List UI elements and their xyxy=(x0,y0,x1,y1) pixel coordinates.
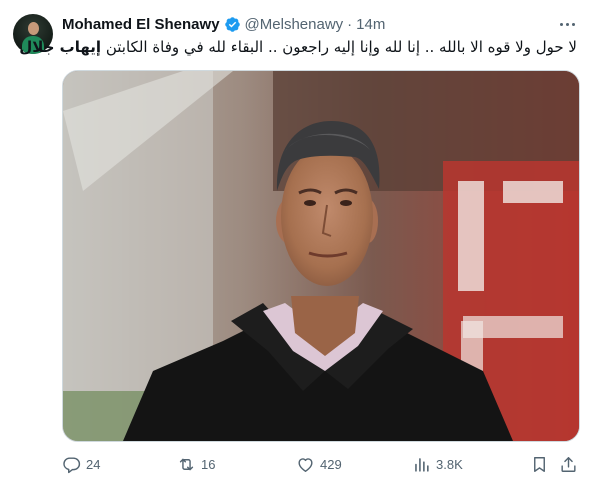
share-button[interactable] xyxy=(559,452,583,476)
timestamp[interactable]: 14m xyxy=(356,16,385,33)
portrait-photo xyxy=(63,71,579,441)
repost-count: 16 xyxy=(201,456,216,472)
views-icon xyxy=(415,457,429,472)
tweet-text: لا حول ولا قوه الا بالله .. إنا لله وإنا… xyxy=(19,37,577,59)
reply-button[interactable]: 24 xyxy=(62,452,100,476)
reply-icon xyxy=(63,456,81,473)
more-icon xyxy=(559,22,563,26)
like-count: 429 xyxy=(320,456,342,472)
more-button[interactable] xyxy=(557,14,577,34)
tweet-text-bold: إيهاب جلال xyxy=(19,38,102,56)
reply-count: 24 xyxy=(86,456,101,472)
like-icon xyxy=(298,457,313,472)
tweet[interactable]: Mohamed El Shenawy @Melshenawy · 14m لا … xyxy=(0,0,591,492)
like-button[interactable]: 429 xyxy=(296,452,342,476)
bookmark-icon xyxy=(534,456,545,472)
author-name[interactable]: Mohamed El Shenawy xyxy=(62,16,220,33)
author-handle[interactable]: @Melshenawy xyxy=(245,16,344,33)
repost-button[interactable]: 16 xyxy=(177,452,215,476)
views-button[interactable]: 3.8K xyxy=(412,452,463,476)
tweet-text-regular: لا حول ولا قوه الا بالله .. إنا لله وإنا… xyxy=(101,38,577,56)
repost-icon xyxy=(179,458,194,470)
bookmark-button[interactable] xyxy=(530,452,554,476)
tweet-actions: 24 16 429 3.8K xyxy=(62,452,582,476)
tweet-media-photo[interactable] xyxy=(62,70,580,442)
verified-badge-icon xyxy=(224,16,240,32)
tweet-header: Mohamed El Shenawy @Melshenawy · 14m xyxy=(62,14,571,34)
views-count: 3.8K xyxy=(436,456,463,472)
separator-dot: · xyxy=(347,15,353,33)
share-icon xyxy=(561,456,576,472)
avatar-head xyxy=(28,22,39,35)
